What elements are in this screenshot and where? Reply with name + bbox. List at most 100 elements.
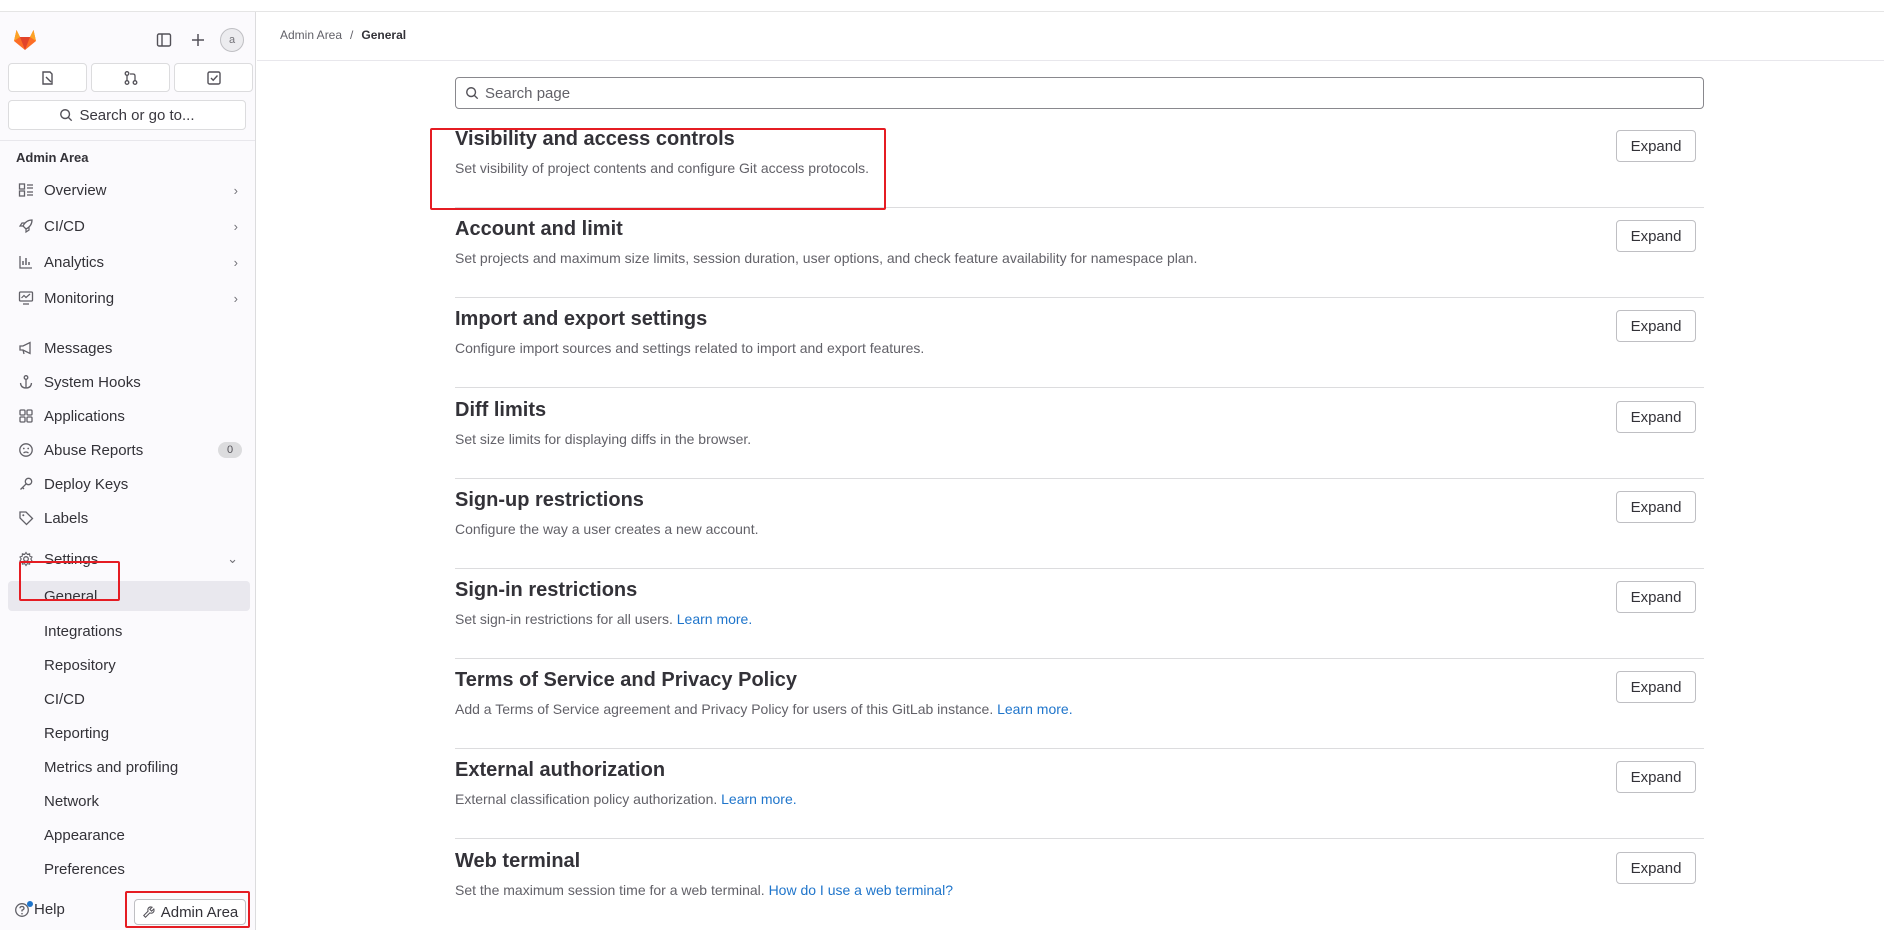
expand-button[interactable]: Expand	[1616, 761, 1696, 793]
sidebar-item-deploy-keys[interactable]: Deploy Keys	[8, 469, 250, 499]
chevron-down-icon: ⌄	[227, 551, 238, 566]
todo-button[interactable]	[174, 63, 253, 92]
sidebar-item-system-hooks[interactable]: System Hooks	[8, 367, 250, 397]
setting-terms-of-service: Terms of Service and Privacy Policy Add …	[455, 659, 1704, 749]
sidebar-item-monitoring[interactable]: Monitoring ›	[8, 283, 250, 313]
learn-more-link[interactable]: Learn more.	[997, 701, 1072, 717]
expand-button[interactable]: Expand	[1616, 401, 1696, 433]
sidebar-item-overview[interactable]: Overview ›	[8, 175, 250, 205]
sidebar-subitem-appearance[interactable]: Appearance	[8, 820, 250, 850]
gear-icon	[16, 551, 36, 567]
setting-web-terminal: Web terminal Set the maximum session tim…	[455, 840, 1704, 930]
search-icon	[60, 109, 73, 122]
sidebar-item-label: Settings	[44, 550, 99, 568]
setting-title: Sign-up restrictions	[455, 489, 644, 511]
help-icon	[14, 900, 33, 918]
chevron-right-icon: ›	[233, 290, 238, 306]
admin-area-label: Admin Area	[160, 903, 239, 921]
setting-title: Terms of Service and Privacy Policy	[455, 669, 798, 691]
sidebar-item-label: CI/CD	[44, 217, 85, 235]
setting-description: Set the maximum session time for a web t…	[455, 882, 953, 898]
sidebar-item-messages[interactable]: Messages	[8, 333, 250, 363]
sidebar-section-title: Admin Area	[16, 150, 89, 165]
setting-title: Account and limit	[455, 218, 623, 240]
setting-description: Set sign-in restrictions for all users. …	[455, 611, 753, 627]
sidebar-item-analytics[interactable]: Analytics ›	[8, 247, 250, 277]
setting-description: Set size limits for displaying diffs in …	[455, 431, 752, 447]
search-page-input[interactable]	[485, 84, 1703, 102]
sidebar-item-label: Messages	[44, 339, 113, 357]
setting-title: Visibility and access controls	[455, 128, 735, 150]
sidebar-divider	[0, 140, 255, 141]
expand-button[interactable]: Expand	[1616, 671, 1696, 703]
sidebar-item-applications[interactable]: Applications	[8, 401, 250, 431]
todo-icon	[206, 70, 221, 85]
sidebar-item-label: Labels	[44, 509, 89, 527]
setting-title: Diff limits	[455, 399, 547, 421]
gitlab-logo-icon[interactable]	[12, 26, 38, 52]
plus-icon[interactable]	[186, 28, 210, 52]
avatar[interactable]: a	[220, 28, 244, 52]
issues-icon	[41, 70, 53, 85]
header-divider	[257, 60, 1884, 61]
sidebar-toggle-icon[interactable]	[152, 28, 176, 52]
learn-more-link[interactable]: Learn more.	[677, 611, 752, 627]
sidebar-subitem-preferences[interactable]: Preferences	[8, 854, 250, 884]
sidebar-item-label: Deploy Keys	[44, 475, 129, 493]
help-label: Help	[34, 901, 65, 918]
search-or-go-to-label: Search or go to...	[79, 106, 195, 124]
sidebar-item-abuse-reports[interactable]: Abuse Reports 0	[8, 435, 250, 465]
sidebar-item-label: System Hooks	[44, 373, 141, 391]
setting-title: Import and export settings	[455, 308, 708, 330]
sidebar-item-settings[interactable]: Settings ⌄	[8, 544, 250, 574]
label-icon	[16, 510, 36, 526]
issues-button[interactable]	[8, 63, 87, 92]
sidebar-item-label: Overview	[44, 181, 107, 199]
expand-button[interactable]: Expand	[1616, 310, 1696, 342]
sidebar-subitem-reporting[interactable]: Reporting	[8, 718, 250, 748]
search-or-go-to-button[interactable]: Search or go to...	[8, 100, 246, 130]
learn-more-link[interactable]: Learn more.	[721, 791, 796, 807]
expand-button[interactable]: Expand	[1616, 220, 1696, 252]
expand-button[interactable]: Expand	[1616, 491, 1696, 523]
chart-icon	[16, 254, 36, 270]
chevron-right-icon: ›	[233, 182, 238, 198]
grid-icon	[16, 408, 36, 424]
overview-icon	[16, 182, 36, 198]
setting-description: Add a Terms of Service agreement and Pri…	[455, 701, 1073, 717]
expand-button[interactable]: Expand	[1616, 581, 1696, 613]
help-button[interactable]: Help	[14, 900, 65, 918]
expand-button[interactable]: Expand	[1616, 852, 1696, 884]
merge-requests-icon	[124, 70, 137, 85]
breadcrumb-admin-area[interactable]: Admin Area	[280, 28, 342, 42]
setting-sign-in-restrictions: Sign-in restrictions Set sign-in restric…	[455, 569, 1704, 659]
sidebar-subitem-repository[interactable]: Repository	[8, 650, 250, 680]
rocket-icon	[16, 218, 36, 234]
setting-title: Web terminal	[455, 850, 581, 872]
setting-description: Set projects and maximum size limits, se…	[455, 250, 1198, 266]
sidebar-subitem-network[interactable]: Network	[8, 786, 250, 816]
setting-description: Configure the way a user creates a new a…	[455, 521, 759, 537]
sidebar-item-cicd[interactable]: CI/CD ›	[8, 211, 250, 241]
monitor-icon	[16, 290, 36, 306]
sidebar-item-labels[interactable]: Labels	[8, 503, 250, 533]
sidebar-item-label: Applications	[44, 407, 125, 425]
setting-diff-limits: Diff limits Set size limits for displayi…	[455, 389, 1704, 479]
abuse-reports-count-badge: 0	[218, 442, 242, 458]
setting-account-and-limit: Account and limit Set projects and maxim…	[455, 208, 1704, 298]
megaphone-icon	[16, 340, 36, 356]
setting-title: Sign-in restrictions	[455, 579, 638, 601]
expand-button[interactable]: Expand	[1616, 130, 1696, 162]
sidebar-subitem-cicd[interactable]: CI/CD	[8, 684, 250, 714]
web-terminal-help-link[interactable]: How do I use a web terminal?	[769, 882, 953, 898]
sidebar-subitem-integrations[interactable]: Integrations	[8, 616, 250, 646]
sidebar-subitem-general[interactable]: General	[8, 581, 250, 611]
breadcrumb-current: General	[361, 28, 407, 42]
admin-area-button[interactable]: Admin Area	[134, 899, 246, 925]
smiley-icon	[16, 442, 36, 458]
sidebar-subitem-metrics-and-profiling[interactable]: Metrics and profiling	[8, 752, 250, 782]
setting-import-and-export-settings: Import and export settings Configure imp…	[455, 298, 1704, 388]
search-icon	[466, 87, 479, 100]
merge-requests-button[interactable]	[91, 63, 170, 92]
search-page-field[interactable]	[455, 77, 1704, 109]
